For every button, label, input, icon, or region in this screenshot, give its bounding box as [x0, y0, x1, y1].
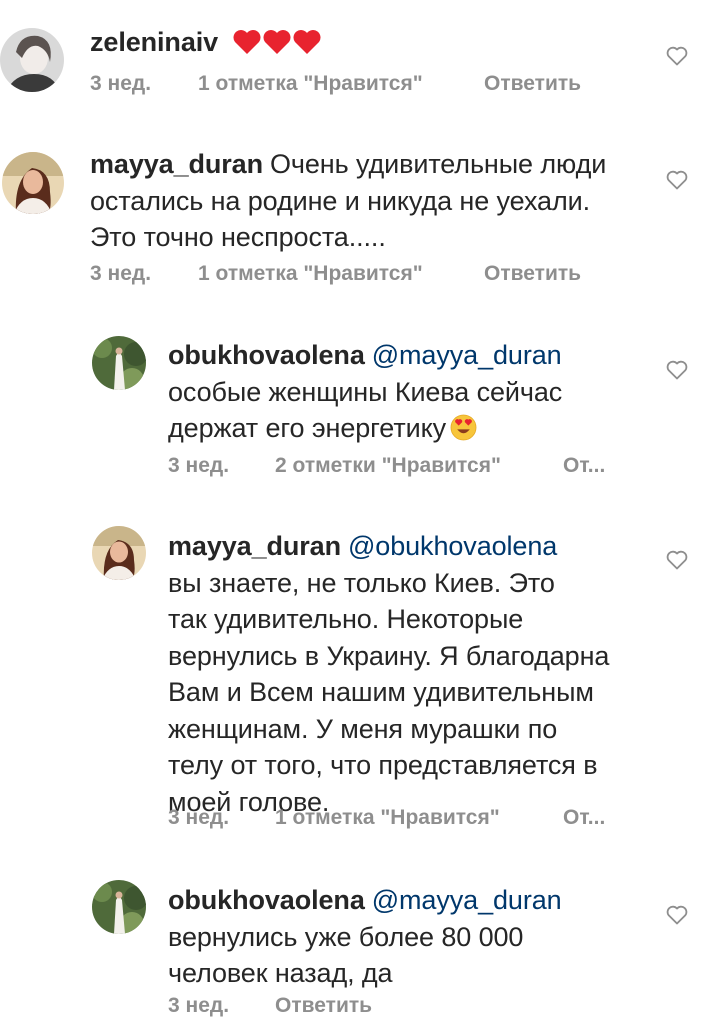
comment-text-line: вы знаете, не только Киев. Это: [168, 567, 555, 598]
avatar[interactable]: [92, 526, 146, 580]
comment-likes[interactable]: 1 отметка "Нравится": [198, 262, 484, 286]
comment-mention[interactable]: @mayya_duran: [372, 885, 562, 915]
comment-text-line: человек назад, да: [168, 958, 393, 988]
comment-text-line: так удивительно. Некоторые: [168, 604, 524, 634]
comment-likes[interactable]: 1 отметка "Нравится": [275, 806, 563, 830]
comment-item: zeleninaiv 3 нед. 1 отметка "Нравится" Отв…: [0, 0, 708, 120]
comment-mention[interactable]: @mayya_duran: [372, 340, 562, 370]
heart-red-icon: [293, 30, 321, 54]
comment-text-line: женщинам. У меня мурашки по: [168, 713, 558, 744]
comment-body: zeleninaiv: [90, 24, 650, 61]
comment-username[interactable]: obukhovaolena: [168, 885, 365, 915]
avatar[interactable]: [92, 336, 146, 390]
comment-body: obukhovaolena @mayya_duran вернулись уже …: [168, 882, 668, 992]
comment-time: 3 нед.: [168, 806, 230, 829]
comment-text-line: держат его энергетику: [168, 413, 446, 443]
comment-text-line: особые женщины Киева сейчас: [168, 376, 563, 407]
heart-red-icon: [233, 30, 261, 54]
avatar[interactable]: [0, 28, 64, 92]
like-heart-icon[interactable]: [666, 550, 688, 570]
comment-meta: 3 нед. 1 отметка "Нравится" От...: [168, 806, 605, 830]
avatar[interactable]: [2, 152, 64, 214]
comment-mention[interactable]: @obukhovaolena: [348, 531, 557, 561]
comment-username[interactable]: mayya_duran: [90, 149, 263, 179]
heart-red-icon: [263, 30, 291, 54]
comment-text-line: Очень удивительные люди: [270, 149, 607, 179]
avatar[interactable]: [92, 880, 146, 934]
hearts-emoji-group: [225, 27, 322, 57]
like-heart-icon[interactable]: [666, 46, 688, 66]
comment-time: 3 нед.: [90, 72, 152, 95]
comment-time: 3 нед.: [90, 262, 152, 285]
comment-username[interactable]: obukhovaolena: [168, 340, 365, 370]
comment-text-line: вернулись в Украину. Я благодарна: [168, 640, 610, 671]
reply-button[interactable]: Ответить: [275, 994, 372, 1018]
reply-button[interactable]: От...: [563, 454, 605, 478]
comment-text-line: остались на родине и никуда не уехали.: [90, 185, 590, 216]
like-heart-icon[interactable]: [666, 170, 688, 190]
comment-likes[interactable]: 2 отметки "Нравится": [275, 454, 563, 478]
comment-text-line: Это точно неспроста.....: [90, 222, 386, 252]
comment-body: mayya_duran Очень удивительные люди остал…: [90, 146, 670, 256]
comment-text-line: телу от того, что представляется в: [168, 750, 598, 780]
comment-username[interactable]: zeleninaiv: [90, 27, 218, 57]
comment-meta: 3 нед. 1 отметка "Нравится" Ответить: [90, 262, 581, 286]
like-heart-icon[interactable]: [666, 905, 688, 925]
like-heart-icon[interactable]: [666, 360, 688, 380]
comment-body: obukhovaolena @mayya_duran особые женщины…: [168, 337, 668, 447]
comment-meta: 3 нед. 2 отметки "Нравится" От...: [168, 454, 605, 478]
comment-username[interactable]: mayya_duran: [168, 531, 341, 561]
comment-body: mayya_duran @obukhovaolena вы знаете, не …: [168, 528, 668, 820]
comment-time: 3 нед.: [168, 454, 230, 477]
reply-button[interactable]: Ответить: [484, 72, 581, 96]
comment-meta: 3 нед. 1 отметка "Нравится" Ответить: [90, 72, 581, 96]
reply-button[interactable]: От...: [563, 806, 605, 830]
comment-text-line: вернулись уже более 80 000: [168, 921, 524, 952]
reply-button[interactable]: Ответить: [484, 262, 581, 286]
heart-eyes-emoji: [450, 414, 477, 441]
comment-likes[interactable]: 1 отметка "Нравится": [198, 72, 484, 96]
comment-meta: 3 нед. Ответить: [168, 994, 372, 1018]
comment-text-line: Вам и Всем нашим удивительным: [168, 677, 594, 707]
comment-time: 3 нед.: [168, 994, 230, 1017]
